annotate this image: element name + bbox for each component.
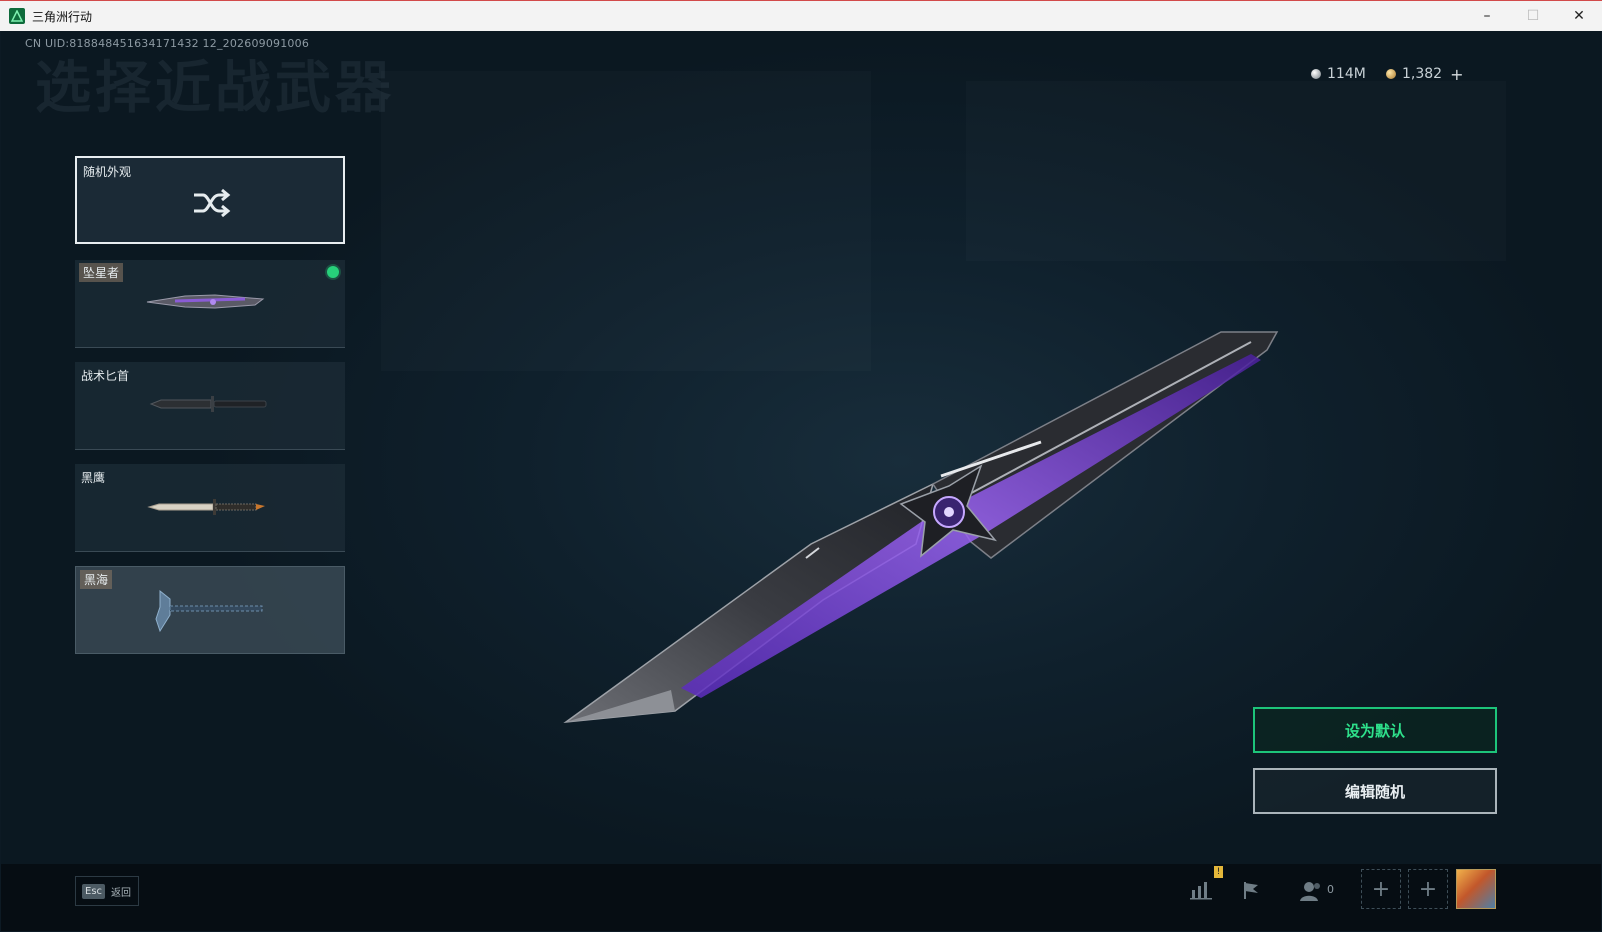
game-viewport: CN UID:818848451634171432 12_20260909100… (1, 31, 1601, 931)
app-logo-icon (9, 8, 25, 24)
starfall-knife-image (146, 294, 265, 309)
back-label: 返回 (111, 887, 132, 899)
friends-icon[interactable] (1299, 880, 1323, 902)
stats-icon[interactable] (1190, 880, 1212, 900)
maximize-button[interactable]: ☐ (1510, 1, 1556, 31)
black-sea-axe-image (155, 589, 263, 633)
equipped-indicator (327, 266, 339, 278)
window-title: 三角洲行动 (32, 9, 93, 24)
weapon-card-label: 战术匕首 (81, 369, 130, 383)
page-title: 选择近战武器 (35, 56, 395, 121)
weapon-card-tactical-dagger[interactable]: 战术匕首 (75, 362, 345, 450)
selected-knife-render (563, 331, 1279, 724)
player-avatar[interactable] (1456, 869, 1496, 909)
weapon-card-label: 随机外观 (83, 165, 132, 179)
gold-coin-icon (1386, 69, 1396, 79)
team-slot-1[interactable]: + (1361, 869, 1401, 909)
friends-count: 0 (1327, 883, 1334, 896)
window-titlebar: 三角洲行动 – ☐ ✕ (0, 0, 1602, 31)
weapon-card-black-sea[interactable]: 黑海 (75, 566, 345, 654)
weapon-card-random[interactable]: 随机外观 (75, 156, 345, 244)
shuffle-icon (194, 188, 231, 218)
close-button[interactable]: ✕ (1556, 1, 1602, 31)
team-slot-2[interactable]: + (1408, 869, 1448, 909)
notification-badge: ! (1214, 866, 1223, 878)
gold-amount: 1,382 (1402, 66, 1443, 82)
esc-key-hint: Esc (82, 883, 106, 899)
flag-icon[interactable] (1241, 880, 1263, 900)
weapon-card-label: 坠星者 (79, 263, 124, 282)
black-hawk-knife-image (147, 499, 265, 515)
weapon-card-label: 黑鹰 (81, 471, 106, 485)
minimize-button[interactable]: – (1464, 1, 1510, 31)
add-currency-button[interactable]: + (1450, 65, 1463, 84)
edit-random-button[interactable]: 编辑随机 (1253, 768, 1497, 814)
silver-currency: 114M (1311, 64, 1366, 84)
back-button[interactable]: Esc 返回 (75, 876, 139, 906)
weapon-card-label: 黑海 (80, 570, 113, 589)
weapon-card-black-hawk[interactable]: 黑鹰 (75, 464, 345, 552)
background-panel (966, 81, 1506, 261)
silver-amount: 114M (1327, 66, 1366, 82)
weapon-card-starfall[interactable]: 坠星者 (75, 260, 345, 348)
gold-currency: 1,382 + (1386, 64, 1464, 84)
set-default-button[interactable]: 设为默认 (1253, 707, 1497, 753)
bottom-bar: Esc 返回 ! 0 + + (1, 864, 1601, 931)
tactical-dagger-image (149, 396, 267, 412)
silver-coin-icon (1311, 69, 1321, 79)
